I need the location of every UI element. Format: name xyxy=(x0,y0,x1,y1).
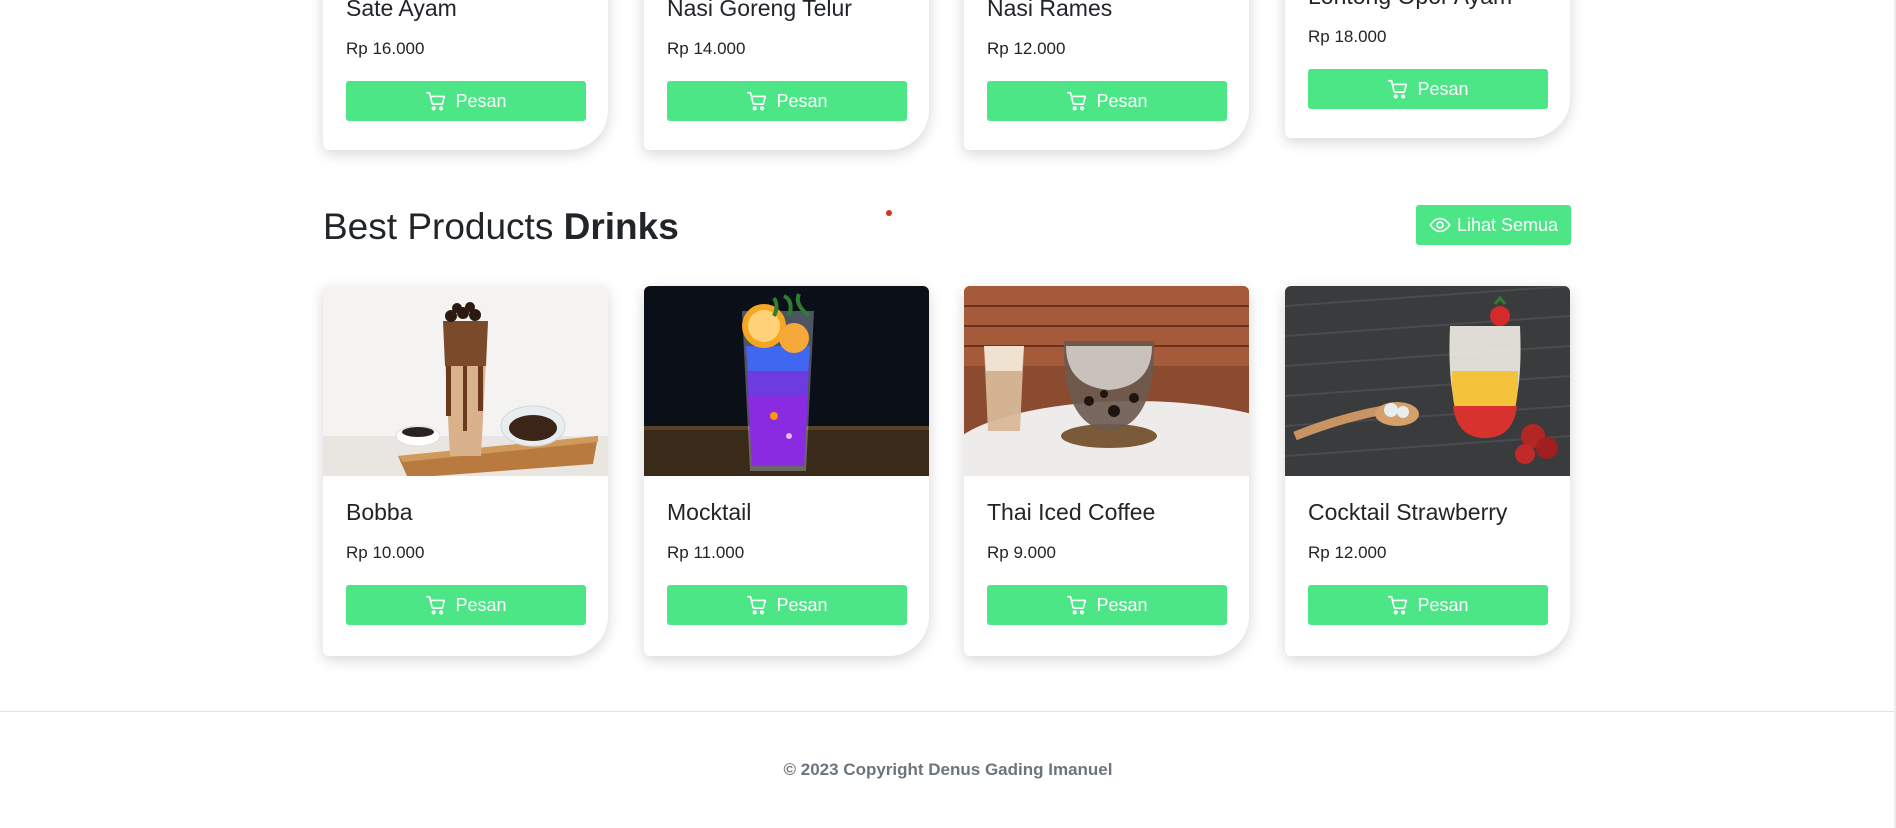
order-button[interactable]: Pesan xyxy=(1308,69,1548,109)
order-button-label: Pesan xyxy=(1096,594,1148,615)
order-button[interactable]: Pesan xyxy=(987,81,1227,121)
product-price: Rp 9.000 xyxy=(987,543,1056,562)
product-price: Rp 11.000 xyxy=(667,543,745,562)
cursor-dot xyxy=(886,210,892,216)
order-button-label: Pesan xyxy=(1096,90,1148,111)
cart-icon xyxy=(1388,595,1408,615)
section-title-bold: Drinks xyxy=(563,206,679,247)
cart-icon xyxy=(1067,595,1087,615)
product-name: Thai Iced Coffee xyxy=(987,499,1156,525)
drink-card: Mocktail Rp 11.000 Pesan xyxy=(644,286,929,656)
view-all-button[interactable]: Lihat Semua xyxy=(1416,205,1571,245)
product-name: Bobba xyxy=(346,499,413,525)
cocktail-strawberry-image[interactable] xyxy=(1285,286,1570,476)
cart-icon xyxy=(1388,79,1408,99)
section-title-light: Best Products xyxy=(323,206,554,247)
drink-card: Thai Iced Coffee Rp 9.000 Pesan xyxy=(964,286,1249,656)
product-name: Nasi Rames xyxy=(987,0,1113,21)
order-button[interactable]: Pesan xyxy=(667,81,907,121)
cart-icon xyxy=(426,595,446,615)
cart-icon xyxy=(747,91,767,111)
mocktail-image[interactable] xyxy=(644,286,929,476)
cart-icon xyxy=(747,595,767,615)
order-button-label: Pesan xyxy=(776,90,828,111)
product-name: Sate Ayam xyxy=(346,0,457,21)
product-price: Rp 10.000 xyxy=(346,543,425,562)
order-button-label: Pesan xyxy=(455,90,507,111)
food-card: Sate Ayam Rp 16.000 Pesan xyxy=(323,0,608,150)
order-button-label: Pesan xyxy=(1417,594,1469,615)
product-name: Cocktail Strawberry xyxy=(1308,499,1508,525)
bobba-image[interactable] xyxy=(323,286,608,476)
product-price: Rp 18.000 xyxy=(1308,27,1387,46)
view-all-label: Lihat Semua xyxy=(1456,214,1559,235)
food-card: Nasi Goreng Telur Rp 14.000 Pesan xyxy=(644,0,929,150)
product-name: Nasi Goreng Telur xyxy=(667,0,852,21)
order-button-label: Pesan xyxy=(1417,78,1469,99)
section-title: Best Products Drinks xyxy=(323,205,679,249)
order-button-label: Pesan xyxy=(776,594,828,615)
product-name: Mocktail xyxy=(667,499,752,525)
footer: © 2023 Copyright Denus Gading Imanuel xyxy=(0,711,1896,828)
order-button[interactable]: Pesan xyxy=(987,585,1227,625)
eye-icon xyxy=(1429,217,1451,233)
order-button[interactable]: Pesan xyxy=(1308,585,1548,625)
cart-icon xyxy=(1067,91,1087,111)
product-price: Rp 12.000 xyxy=(1308,543,1387,562)
food-card: Nasi Rames Rp 12.000 Pesan xyxy=(964,0,1249,150)
product-price: Rp 16.000 xyxy=(346,39,425,58)
cart-icon xyxy=(426,91,446,111)
copyright-text: © 2023 Copyright Denus Gading Imanuel xyxy=(783,760,1113,779)
page: Sate Ayam Rp 16.000 Pesan Nasi Goreng Te… xyxy=(0,0,1896,828)
product-price: Rp 12.000 xyxy=(987,39,1066,58)
product-price: Rp 14.000 xyxy=(667,39,746,58)
food-card: Lontong Opor Ayam Rp 18.000 Pesan xyxy=(1285,0,1570,138)
drink-card: Bobba Rp 10.000 Pesan xyxy=(323,286,608,656)
order-button[interactable]: Pesan xyxy=(346,81,586,121)
thai-iced-coffee-image[interactable] xyxy=(964,286,1249,476)
order-button[interactable]: Pesan xyxy=(346,585,586,625)
order-button-label: Pesan xyxy=(455,594,507,615)
product-name: Lontong Opor Ayam xyxy=(1308,0,1547,10)
drink-card: Cocktail Strawberry Rp 12.000 Pesan xyxy=(1285,286,1570,656)
order-button[interactable]: Pesan xyxy=(667,585,907,625)
